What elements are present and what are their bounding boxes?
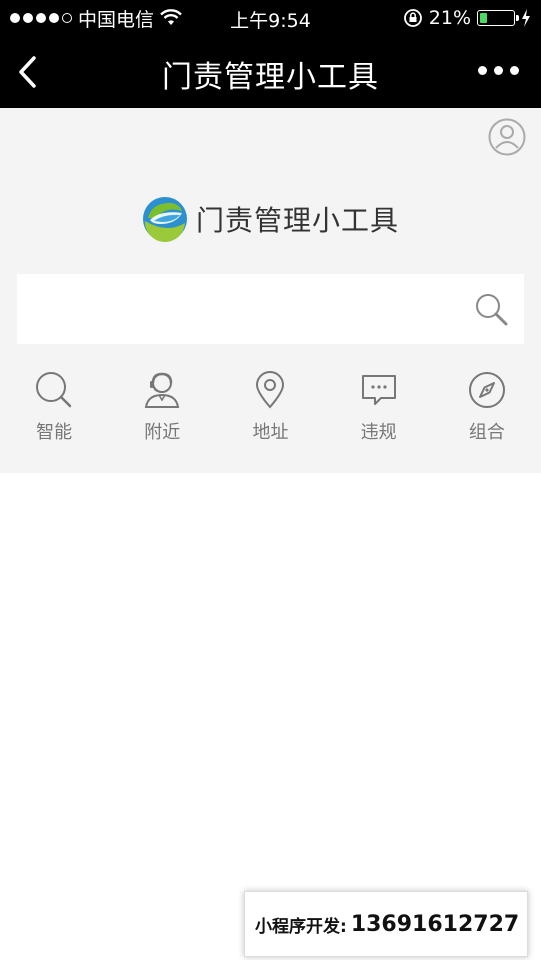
more-dot-icon [510,66,519,75]
app-logo-text: 门责管理小工具 [195,204,399,237]
status-right: 21% [403,6,531,30]
more-dot-icon [494,66,503,75]
charging-bolt-icon [522,9,530,27]
battery-level [480,13,487,23]
search-icon[interactable] [474,292,510,328]
developer-contact-card[interactable]: 小程序开发: 13691612727 [244,891,528,957]
more-options-button[interactable] [478,66,519,75]
tool-smart[interactable]: 智能 [0,370,108,444]
rotation-lock-icon [403,9,422,27]
user-profile-icon[interactable] [488,118,526,156]
battery-icon [477,10,519,26]
tool-combine[interactable]: 组合 [433,370,541,444]
app-logo: 门责管理小工具 [0,196,541,242]
tool-menu: 智能 附近 地址 违规 组合 [0,370,541,444]
location-pin-icon [256,371,285,409]
battery-percent: 21% [428,7,471,29]
tool-label: 智能 [36,422,73,443]
nav-bar: 门责管理小工具 [0,36,541,108]
tool-label: 组合 [468,422,505,443]
developer-phone: 13691612727 [350,911,520,937]
customer-service-icon [145,372,180,408]
tool-label: 附近 [144,422,181,443]
search-bar [17,274,524,344]
search-icon [36,372,72,408]
chat-bubble-icon [361,375,396,405]
tool-address[interactable]: 地址 [216,370,324,444]
search-input[interactable] [17,274,467,344]
more-dot-icon [478,66,487,75]
tool-nearby[interactable]: 附近 [108,370,216,444]
compass-icon [468,372,505,408]
developer-label: 小程序开发: [255,916,347,937]
status-bar: 中国电信 上午9:54 21% [0,0,541,36]
home-header: 门责管理小工具 智能 附近 地址 违规 组合 [0,108,541,473]
tool-violation[interactable]: 违规 [325,370,433,444]
leaf-logo-icon [142,197,187,242]
tool-label: 违规 [360,422,397,443]
page-title: 门责管理小工具 [162,60,379,95]
tool-label: 地址 [252,422,289,443]
